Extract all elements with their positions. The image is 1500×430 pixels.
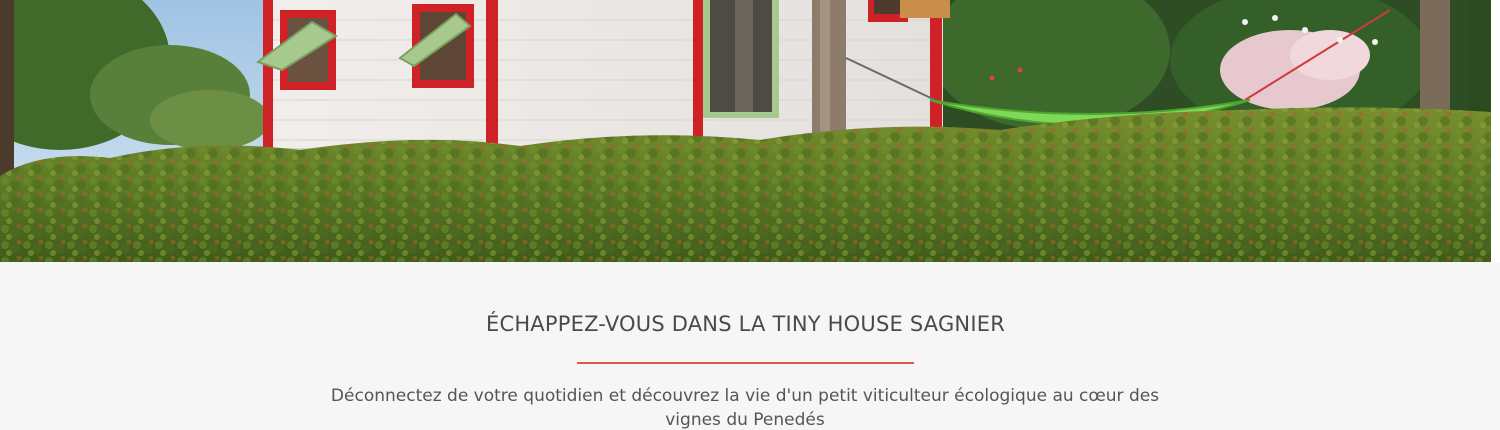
door bbox=[703, 0, 779, 118]
page: ÉCHAPPEZ-VOUS DANS LA TINY HOUSE SAGNIER… bbox=[0, 0, 1500, 430]
intro-section: ÉCHAPPEZ-VOUS DANS LA TINY HOUSE SAGNIER… bbox=[0, 262, 1491, 430]
hero-image bbox=[0, 0, 1491, 262]
section-description: Déconnectez de votre quotidien et découv… bbox=[330, 386, 1160, 430]
title-divider bbox=[577, 362, 914, 364]
section-title: ÉCHAPPEZ-VOUS DANS LA TINY HOUSE SAGNIER bbox=[485, 312, 1005, 336]
page-gutter bbox=[1491, 0, 1500, 262]
